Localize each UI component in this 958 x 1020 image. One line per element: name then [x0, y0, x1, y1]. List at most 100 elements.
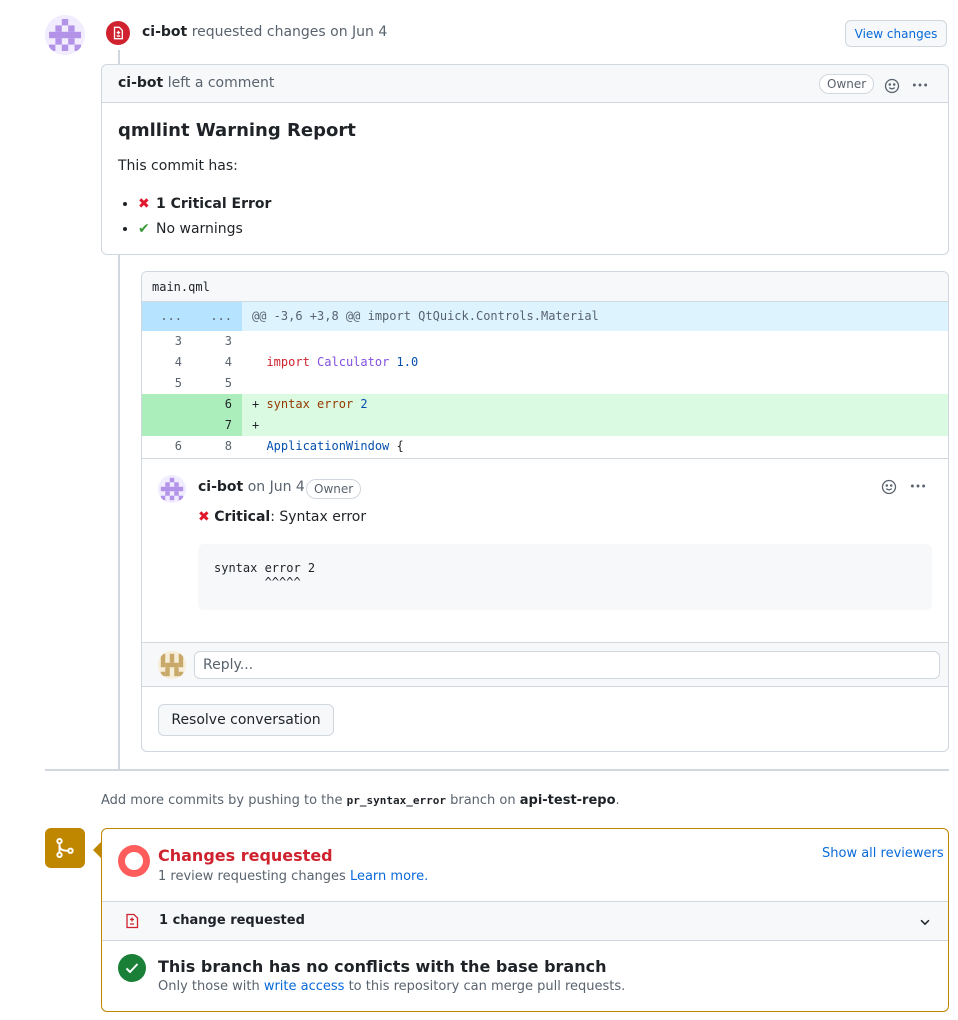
- code-token: syntax: [266, 397, 310, 411]
- file-header: main.qml: [142, 272, 948, 302]
- changes-requested-subtitle: 1 review requesting changes Learn more.: [158, 869, 428, 884]
- changes-requested-badge: [104, 19, 132, 47]
- file-name[interactable]: main.qml: [152, 280, 210, 294]
- check-mark-icon: ✔: [138, 221, 150, 237]
- diff-line-added: 6 + syntax error 2: [142, 394, 948, 415]
- old-line-number[interactable]: 6: [148, 436, 182, 457]
- change-requested-row[interactable]: 1 change requested: [102, 901, 948, 941]
- code-token: ApplicationWindow: [266, 439, 390, 453]
- old-line-number[interactable]: 4: [148, 352, 182, 373]
- new-line-number[interactable]: 6: [198, 394, 232, 415]
- hunk-expand-right[interactable]: ...: [198, 302, 232, 331]
- reply-input[interactable]: Reply...: [194, 651, 940, 679]
- cross-mark-icon: ✖: [138, 196, 150, 212]
- report-intro: This commit has:: [118, 158, 238, 174]
- kebab-menu-icon[interactable]: [910, 75, 930, 95]
- code-token: 2: [360, 397, 368, 411]
- owner-badge: Owner: [819, 74, 875, 94]
- merge-caret: [93, 842, 101, 858]
- merge-status-icon: [45, 828, 85, 868]
- review-count-text: 1 review requesting changes: [158, 869, 350, 884]
- diff-line: 33: [142, 331, 948, 352]
- timeline-divider: [45, 769, 949, 771]
- severity-label: Critical: [214, 509, 271, 525]
- write-access-link[interactable]: write access: [264, 979, 345, 994]
- code-token: import: [266, 355, 310, 369]
- inline-comment-date[interactable]: on Jun 4: [248, 479, 305, 495]
- old-line-number[interactable]: 5: [148, 373, 182, 394]
- new-line-number[interactable]: 3: [198, 331, 232, 352]
- list-item: ✔ No warnings: [138, 218, 271, 243]
- file-diff-icon: [126, 913, 139, 929]
- show-all-reviewers-link[interactable]: Show all reviewers: [822, 846, 944, 861]
- kebab-menu-icon[interactable]: [908, 476, 928, 496]
- hunk-header: ... ... @@ -3,6 +3,8 @@ import QtQuick.C…: [142, 302, 948, 331]
- no-conflicts-suffix: to this repository can merge pull reques…: [344, 979, 626, 994]
- chevron-down-icon[interactable]: [918, 915, 932, 929]
- inline-comment: ci-bot on Jun 4 Owner ✖ Critical: Syntax…: [142, 458, 948, 644]
- diff-sign: [252, 439, 266, 453]
- new-line-number[interactable]: 7: [198, 415, 232, 436]
- review-author[interactable]: ci-bot: [142, 24, 187, 40]
- smiley-icon[interactable]: [879, 477, 899, 497]
- inline-comment-author[interactable]: ci-bot: [198, 479, 243, 495]
- learn-more-link[interactable]: Learn more.: [350, 869, 428, 884]
- repo-name[interactable]: api-test-repo: [520, 793, 616, 808]
- code-token: 1.0: [396, 355, 419, 369]
- file-diff-icon: [113, 26, 124, 40]
- view-changes-button[interactable]: View changes: [845, 20, 947, 47]
- comment-action: left a comment: [167, 75, 275, 91]
- diff-code: [252, 331, 266, 352]
- comment-header: ci-bot left a comment Owner: [102, 65, 948, 103]
- diff-code: [252, 373, 266, 394]
- code-token: error: [317, 397, 354, 411]
- hunk-text: @@ -3,6 +3,8 @@ import QtQuick.Controls.…: [252, 309, 599, 323]
- hunk-expand-left[interactable]: ...: [148, 302, 182, 331]
- new-line-number[interactable]: 5: [198, 373, 232, 394]
- change-requested-count: 1 change requested: [159, 913, 305, 928]
- code-token: Calculator: [317, 355, 390, 369]
- smiley-icon[interactable]: [882, 76, 902, 96]
- old-line-number[interactable]: 3: [148, 331, 182, 352]
- diff-code: + syntax error 2: [252, 394, 368, 415]
- diff-line: 55: [142, 373, 948, 394]
- changes-requested-section: Changes requested 1 review requesting ch…: [102, 829, 948, 901]
- code-token: {: [389, 439, 404, 453]
- changes-requested-title: Changes requested: [158, 846, 333, 865]
- owner-badge: Owner: [306, 479, 362, 499]
- avatar[interactable]: [158, 651, 186, 679]
- comment-author[interactable]: ci-bot: [118, 75, 163, 91]
- changes-requested-icon: [118, 845, 150, 877]
- report-list: ✖ 1 Critical Error ✔ No warnings: [118, 193, 271, 243]
- review-action: requested changes on Jun 4: [191, 24, 388, 40]
- avatar[interactable]: [158, 475, 186, 503]
- diff-line-added: 7 +: [142, 415, 948, 436]
- no-conflicts-prefix: Only those with: [158, 979, 264, 994]
- list-item-text: 1 Critical Error: [156, 196, 272, 212]
- no-conflicts-section: This branch has no conflicts with the ba…: [102, 941, 948, 1011]
- review-thread: main.qml ... ... @@ -3,6 +3,8 @@ import …: [141, 271, 949, 752]
- resolve-conversation-button[interactable]: Resolve conversation: [158, 704, 334, 736]
- review-comment: ci-bot left a comment Owner qmllint Warn…: [101, 64, 949, 255]
- diff-code: import Calculator 1.0: [252, 352, 418, 373]
- new-line-number[interactable]: 4: [198, 352, 232, 373]
- inline-comment-body: ✖ Critical: Syntax error: [198, 509, 366, 525]
- new-line-number[interactable]: 8: [198, 436, 232, 457]
- push-hint: Add more commits by pushing to the pr_sy…: [101, 793, 620, 808]
- diff-sign: [252, 355, 266, 369]
- code-block: syntax error 2 ^^^^^: [198, 544, 932, 610]
- diff-line: 68 ApplicationWindow {: [142, 436, 948, 457]
- branch-name[interactable]: pr_syntax_error: [347, 794, 446, 807]
- git-branch-icon: [56, 837, 74, 859]
- check-circle-icon: [118, 954, 146, 982]
- diff-sign: +: [252, 418, 267, 432]
- no-conflicts-subtitle: Only those with write access to this rep…: [158, 979, 625, 994]
- avatar[interactable]: [45, 15, 85, 55]
- push-hint-prefix: Add more commits by pushing to the: [101, 793, 347, 808]
- diff-code: ApplicationWindow {: [252, 436, 404, 457]
- reply-bar: Reply...: [142, 642, 948, 687]
- diff-sign: +: [252, 397, 267, 411]
